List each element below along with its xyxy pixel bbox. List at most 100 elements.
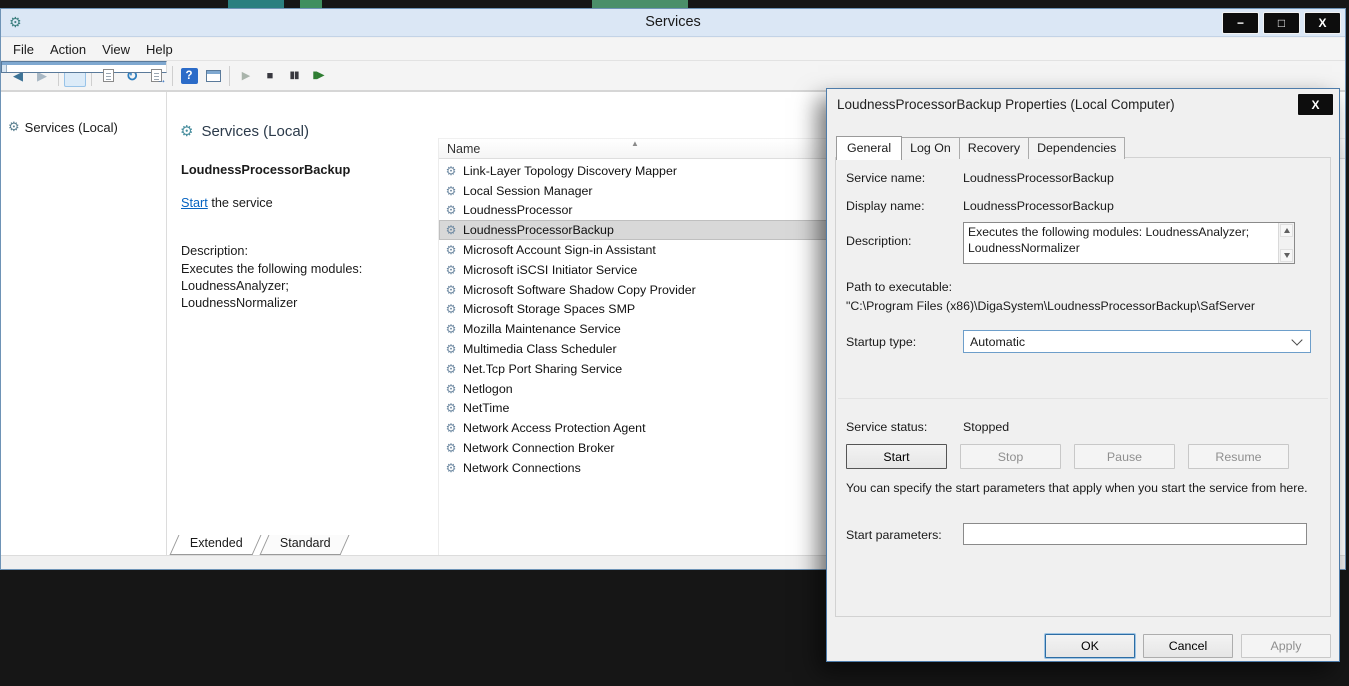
service-gear-icon: ⚙ [444, 263, 458, 277]
selected-service-name: LoudnessProcessorBackup [181, 162, 433, 177]
maximize-button[interactable]: □ [1263, 12, 1300, 34]
dialog-title: LoudnessProcessorBackup Properties (Loca… [837, 97, 1175, 112]
service-gear-icon: ⚙ [444, 461, 458, 473]
service-name-cell: Microsoft iSCSI Initiator Service [463, 263, 637, 277]
startup-type-label: Startup type: [846, 335, 916, 349]
start-service-link[interactable]: Start [181, 196, 208, 210]
section-divider [838, 398, 1328, 399]
toolbar-separator [172, 66, 173, 86]
dialog-tabs: General Log On Recovery Dependencies [836, 136, 1124, 159]
service-name-cell: Network Connection Broker [463, 441, 615, 455]
tab-extended[interactable]: Extended [170, 535, 262, 555]
stop-icon: ■ [267, 70, 274, 82]
dialog-tab-dependencies[interactable]: Dependencies [1028, 137, 1125, 159]
stop-button[interactable]: Stop [960, 444, 1061, 469]
resume-button[interactable]: Resume [1188, 444, 1289, 469]
pause-service-toolbar-button[interactable]: ▮▮ [283, 65, 305, 87]
minimize-button[interactable]: − [1222, 12, 1259, 34]
scroll-down-button[interactable] [1280, 249, 1293, 262]
tab-standard[interactable]: Standard [259, 535, 349, 555]
service-name-cell: Netlogon [463, 382, 513, 396]
toolbar-separator [229, 66, 230, 86]
content-header: ⚙ Services (Local) [180, 122, 309, 140]
scroll-down-icon [1284, 253, 1290, 258]
scroll-up-button[interactable] [1280, 224, 1293, 237]
show-console-tree-button[interactable] [64, 65, 86, 87]
start-parameters-help: You can specify the start parameters tha… [846, 480, 1318, 497]
path-value: "C:\Program Files (x86)\DigaSystem\Loudn… [846, 299, 1326, 313]
scroll-up-icon [1284, 228, 1290, 233]
start-button[interactable]: Start [846, 444, 947, 469]
service-gear-icon: ⚙ [444, 184, 458, 198]
menu-action[interactable]: Action [42, 39, 94, 60]
view-tabs: Extended Standard [174, 535, 352, 555]
restart-service-toolbar-button[interactable]: ▮▶ [307, 65, 329, 87]
content-header-label: Services (Local) [201, 123, 309, 140]
service-gear-icon: ⚙ [444, 441, 458, 455]
properties-icon [103, 69, 114, 82]
general-tab-page: Service name: LoudnessProcessorBackup Di… [835, 157, 1331, 617]
service-name-cell: Link-Layer Topology Discovery Mapper [463, 164, 677, 178]
dialog-close-button[interactable]: X [1297, 93, 1334, 116]
service-gear-icon: ⚙ [444, 322, 458, 336]
show-action-pane-button[interactable] [202, 65, 224, 87]
action-pane-icon [206, 70, 221, 82]
menu-view[interactable]: View [94, 39, 138, 60]
service-gear-icon: ⚙ [444, 401, 458, 415]
service-name-value: LoudnessProcessorBackup [963, 171, 1114, 185]
service-name-cell: Mozilla Maintenance Service [463, 322, 621, 336]
menu-file[interactable]: File [5, 39, 42, 60]
window-titlebar[interactable]: ⚙ Services − □ X [1, 9, 1345, 37]
window-controls: − □ X [1222, 12, 1341, 34]
service-description-pane: LoudnessProcessorBackup Start the servic… [181, 162, 433, 177]
service-status-value: Stopped [963, 420, 1009, 434]
cancel-button[interactable]: Cancel [1143, 634, 1233, 658]
service-name-cell: Network Connections [463, 461, 581, 473]
ok-button[interactable]: OK [1045, 634, 1135, 658]
startup-type-select[interactable]: Automatic [963, 330, 1311, 353]
services-node-icon: ⚙ [8, 119, 20, 135]
service-name-cell: Net.Tcp Port Sharing Service [463, 362, 622, 376]
display-name-label: Display name: [846, 199, 925, 213]
play-icon: ▶ [242, 69, 250, 82]
stop-service-toolbar-button[interactable]: ■ [259, 65, 281, 87]
service-name-cell: LoudnessProcessorBackup [463, 223, 614, 237]
service-name-label: Service name: [846, 171, 925, 185]
service-gear-icon: ⚙ [444, 302, 458, 316]
dialog-tab-logon[interactable]: Log On [901, 137, 960, 159]
column-header-label: Name [447, 142, 480, 156]
start-parameters-input[interactable] [963, 523, 1307, 545]
service-gear-icon: ⚙ [444, 164, 458, 178]
service-name-cell: Microsoft Software Shadow Copy Provider [463, 283, 696, 297]
tab-extended-label: Extended [190, 536, 243, 550]
toolbar: ◀ ▶ ↻ ? ▶ ■ ▮▮ ▮▶ [1, 61, 1345, 91]
help-icon: ? [181, 68, 198, 84]
export-list-icon [151, 69, 162, 82]
display-name-value: LoudnessProcessorBackup [963, 199, 1114, 213]
pause-icon: ▮▮ [289, 70, 298, 81]
service-gear-icon: ⚙ [444, 283, 458, 297]
service-name-cell: Microsoft Account Sign-in Assistant [463, 243, 656, 257]
start-parameters-label: Start parameters: [846, 528, 942, 542]
dialog-tab-recovery[interactable]: Recovery [959, 137, 1029, 159]
help-button[interactable]: ? [178, 65, 200, 87]
tree-item-services-local[interactable]: ⚙ Services (Local) [3, 116, 164, 138]
tab-standard-label: Standard [280, 536, 331, 550]
pause-button[interactable]: Pause [1074, 444, 1175, 469]
description-textbox[interactable]: Executes the following modules: Loudness… [963, 222, 1295, 264]
properties-dialog: LoudnessProcessorBackup Properties (Loca… [826, 88, 1340, 662]
apply-button[interactable]: Apply [1241, 634, 1331, 658]
service-gear-icon: ⚙ [444, 382, 458, 396]
service-name-cell: Local Session Manager [463, 184, 593, 198]
description-scrollbar[interactable] [1278, 223, 1294, 263]
service-name-cell: Multimedia Class Scheduler [463, 342, 617, 356]
menu-help[interactable]: Help [138, 39, 181, 60]
service-gear-icon: ⚙ [444, 342, 458, 356]
service-name-cell: Network Access Protection Agent [463, 421, 646, 435]
close-button[interactable]: X [1304, 12, 1341, 34]
tree-item-label: Services (Local) [25, 120, 118, 135]
service-gear-icon: ⚙ [444, 243, 458, 257]
chevron-down-icon [1291, 334, 1302, 345]
dialog-tab-general[interactable]: General [836, 136, 902, 160]
start-service-toolbar-button[interactable]: ▶ [235, 65, 257, 87]
